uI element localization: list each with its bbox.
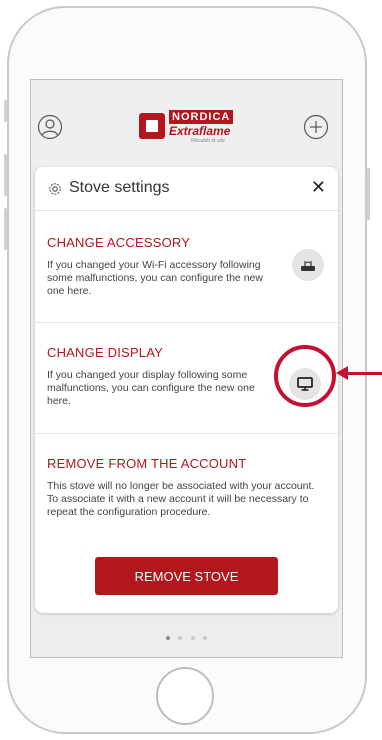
- logo-mark: [139, 113, 165, 139]
- phone-volume-up: [4, 154, 7, 196]
- page-indicator: [31, 627, 342, 645]
- card-header: Stove settings ✕: [35, 167, 338, 211]
- brand-subname: Extraflame: [169, 124, 231, 138]
- plus-circle-icon[interactable]: [303, 114, 329, 140]
- pointer-arrow-icon: [336, 366, 348, 380]
- remove-account-title: REMOVE FROM THE ACCOUNT: [47, 456, 247, 471]
- remove-stove-button[interactable]: REMOVE STOVE: [95, 557, 278, 595]
- change-accessory-section[interactable]: CHANGE ACCESSORY If you changed your Wi-…: [35, 211, 338, 321]
- change-accessory-title: CHANGE ACCESSORY: [47, 235, 191, 250]
- highlight-ring: [274, 345, 336, 407]
- card-title: Stove settings: [69, 179, 170, 196]
- remove-account-text: This stove will no longer be associated …: [47, 480, 315, 518]
- change-display-text: If you changed your display following so…: [47, 369, 255, 407]
- brand-logo: NORDICA Extraflame Riscaldo la vita: [139, 107, 239, 147]
- phone-power-button: [367, 168, 370, 220]
- change-accessory-text: If you changed your Wi-Fi accessory foll…: [47, 259, 263, 297]
- page-dot-active[interactable]: [165, 636, 170, 640]
- page-dot[interactable]: [203, 636, 208, 640]
- app-header: NORDICA Extraflame Riscaldo la vita: [31, 80, 342, 166]
- phone-home-button[interactable]: [156, 667, 214, 725]
- pointer-arrow-line: [346, 372, 382, 375]
- brand-tagline: Riscaldo la vita: [191, 138, 225, 144]
- page-dot[interactable]: [190, 636, 195, 640]
- brand-name: NORDICA: [169, 110, 234, 124]
- close-icon[interactable]: ✕: [311, 177, 326, 198]
- change-accessory-button[interactable]: [292, 249, 324, 281]
- router-icon: [301, 261, 315, 271]
- phone-volume-down: [4, 208, 7, 250]
- change-display-title: CHANGE DISPLAY: [47, 345, 163, 360]
- page-dot[interactable]: [178, 636, 183, 640]
- user-icon[interactable]: [37, 114, 63, 140]
- phone-side-button: [4, 100, 7, 122]
- gear-icon: [49, 183, 61, 195]
